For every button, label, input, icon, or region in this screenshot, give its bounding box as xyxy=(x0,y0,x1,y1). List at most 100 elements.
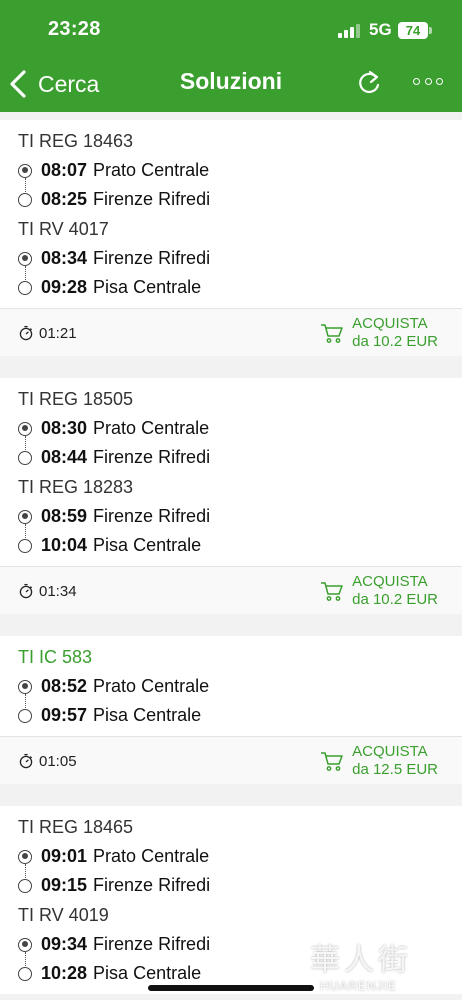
duration-value: 01:21 xyxy=(39,324,77,342)
arrival-stop: 08:44 Firenze Rifredi xyxy=(18,443,444,472)
battery-icon: 74 xyxy=(398,22,428,39)
radio-filled-icon xyxy=(18,251,32,266)
stop-station: Pisa Centrale xyxy=(93,277,202,297)
price: da 12.5 EUR xyxy=(352,761,438,778)
refresh-icon[interactable] xyxy=(355,68,383,98)
duration: 01:21 xyxy=(18,309,77,357)
stop-station: Prato Centrale xyxy=(93,676,210,696)
stop-station: Firenze Rifredi xyxy=(93,447,211,467)
solutions-list: TI REG 18463 08:07 Prato Centrale 08:25 Fire… xyxy=(0,120,462,1000)
price: da 10.2 EUR xyxy=(352,333,438,350)
cart-icon xyxy=(320,322,352,344)
radio-filled-icon xyxy=(18,421,32,436)
solution-card[interactable]: TI IC 583 08:52 Prato Centrale 09:57 Pisa Ce… xyxy=(0,636,462,784)
buy-label: ACQUISTA xyxy=(352,573,428,590)
stop-station: Firenze Rifredi xyxy=(93,248,211,268)
price: da 10.2 EUR xyxy=(352,591,438,608)
radio-filled-icon xyxy=(18,509,32,524)
stop-time: 08:59 xyxy=(41,506,88,526)
top-bar: 23:28 5G 74 Cerca Soluzioni xyxy=(0,0,462,112)
solution-legs: TI IC 583 08:52 Prato Centrale 09:57 Pisa Ce… xyxy=(0,636,462,736)
radio-empty-icon xyxy=(18,538,32,553)
departure-stop: 08:34 Firenze Rifredi xyxy=(18,244,444,280)
stop-time: 08:44 xyxy=(41,447,88,467)
stop-time: 09:28 xyxy=(41,277,88,297)
network-label: 5G xyxy=(369,20,392,39)
stop-time: 10:04 xyxy=(41,535,88,555)
stop-station: Pisa Centrale xyxy=(93,535,202,555)
radio-empty-icon xyxy=(18,450,32,465)
train-code: TI REG 18463 xyxy=(18,131,134,151)
cart-icon xyxy=(320,580,352,602)
stop-time: 08:30 xyxy=(41,418,88,438)
solution-legs: TI REG 18463 08:07 Prato Centrale 08:25 Fire… xyxy=(0,120,462,308)
stop-time: 09:15 xyxy=(41,875,88,895)
stop-time: 09:01 xyxy=(41,846,88,866)
nav-bar: Cerca Soluzioni xyxy=(0,60,462,112)
home-indicator xyxy=(148,985,314,991)
arrival-stop: 09:57 Pisa Centrale xyxy=(18,701,444,730)
solution-legs: TI REG 18505 08:30 Prato Centrale 08:44 Fire… xyxy=(0,378,462,566)
duration-value: 01:05 xyxy=(39,752,77,770)
radio-empty-icon xyxy=(18,192,32,207)
stop-time: 09:57 xyxy=(41,705,88,725)
solution-footer: 01:34 ACQUISTA da 10.2 EUR xyxy=(0,566,462,614)
radio-empty-icon xyxy=(18,878,32,893)
radio-empty-icon xyxy=(18,708,32,723)
train-code: TI REG 18465 xyxy=(18,817,134,837)
train-code: TI RV 4019 xyxy=(18,905,109,925)
page-title: Soluzioni xyxy=(179,68,283,94)
stop-station: Prato Centrale xyxy=(93,160,210,180)
stopwatch-icon xyxy=(18,753,39,769)
solution-card[interactable]: TI REG 18463 08:07 Prato Centrale 08:25 Fire… xyxy=(0,120,462,356)
arrival-stop: 09:28 Pisa Centrale xyxy=(18,273,444,302)
arrival-stop: 10:04 Pisa Centrale xyxy=(18,531,444,560)
more-options-icon[interactable] xyxy=(413,70,443,92)
stop-time: 08:34 xyxy=(41,248,88,268)
watermark: 華人街 HUARENJIE xyxy=(310,943,412,993)
stopwatch-icon xyxy=(18,325,39,341)
duration: 01:34 xyxy=(18,567,77,615)
stop-station: Firenze Rifredi xyxy=(93,875,211,895)
cart-icon xyxy=(320,750,352,772)
status-bar: 23:28 5G 74 xyxy=(0,0,462,60)
buy-label: ACQUISTA xyxy=(352,315,428,332)
stopwatch-icon xyxy=(18,583,39,599)
arrival-stop: 09:15 Firenze Rifredi xyxy=(18,871,444,900)
departure-stop: 09:01 Prato Centrale xyxy=(18,842,444,878)
train-code: TI REG 18283 xyxy=(18,477,134,497)
solution-card[interactable]: TI REG 18505 08:30 Prato Centrale 08:44 Fire… xyxy=(0,378,462,614)
stop-station: Pisa Centrale xyxy=(93,705,202,725)
stop-station: Prato Centrale xyxy=(93,846,210,866)
stop-station: Firenze Rifredi xyxy=(93,506,211,526)
stop-station: Pisa Centrale xyxy=(93,963,202,983)
buy-label: ACQUISTA xyxy=(352,743,428,760)
radio-empty-icon xyxy=(18,966,32,981)
buy-button[interactable]: ACQUISTA da 10.2 EUR xyxy=(320,315,438,351)
status-time: 23:28 xyxy=(48,18,101,40)
radio-filled-icon xyxy=(18,849,32,864)
stop-time: 08:07 xyxy=(41,160,88,180)
arrival-stop: 08:25 Firenze Rifredi xyxy=(18,185,444,214)
solution-footer: 01:05 ACQUISTA da 12.5 EUR xyxy=(0,736,462,784)
radio-empty-icon xyxy=(18,280,32,295)
signal-icon xyxy=(338,24,362,38)
stop-station: Prato Centrale xyxy=(93,418,210,438)
radio-filled-icon xyxy=(18,163,32,178)
solution-footer: 01:21 ACQUISTA da 10.2 EUR xyxy=(0,308,462,356)
duration-value: 01:34 xyxy=(39,582,77,600)
buy-button[interactable]: ACQUISTA da 10.2 EUR xyxy=(320,573,438,609)
stop-time: 08:25 xyxy=(41,189,88,209)
departure-stop: 08:30 Prato Centrale xyxy=(18,414,444,450)
duration: 01:05 xyxy=(18,737,77,785)
battery-tip xyxy=(429,27,432,34)
train-code: TI REG 18505 xyxy=(18,389,134,409)
departure-stop: 08:59 Firenze Rifredi xyxy=(18,502,444,538)
buy-button[interactable]: ACQUISTA da 12.5 EUR xyxy=(320,743,438,779)
stop-time: 09:34 xyxy=(41,934,88,954)
train-code: TI IC 583 xyxy=(18,647,93,667)
radio-filled-icon xyxy=(18,937,32,952)
departure-stop: 08:07 Prato Centrale xyxy=(18,156,444,192)
stop-station: Firenze Rifredi xyxy=(93,189,211,209)
departure-stop: 08:52 Prato Centrale xyxy=(18,672,444,708)
